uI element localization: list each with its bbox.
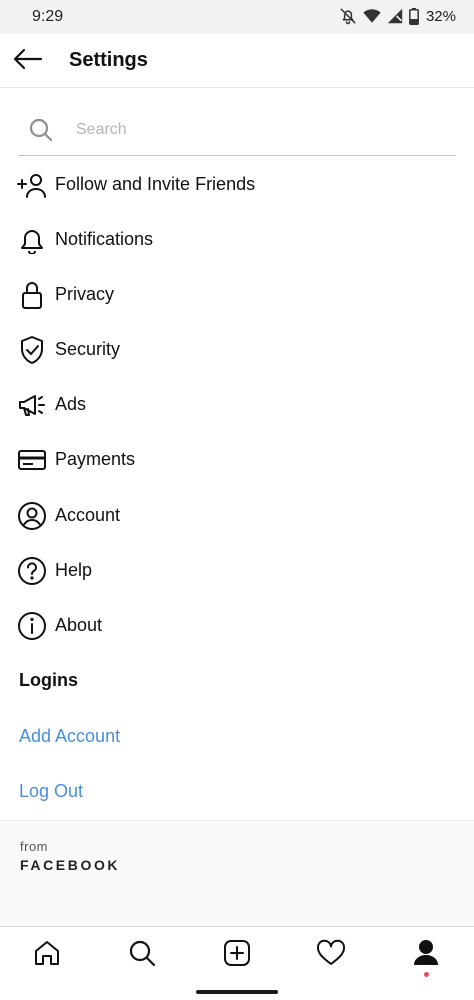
search-bar[interactable] bbox=[18, 106, 456, 156]
menu-item-label: Account bbox=[55, 505, 121, 525]
heart-icon bbox=[316, 939, 346, 972]
menu-item-label: Security bbox=[55, 339, 121, 359]
log-out-link[interactable]: Log Out bbox=[19, 781, 83, 802]
menu-item-privacy[interactable]: Privacy bbox=[0, 267, 474, 322]
menu-item-notifications[interactable]: Notifications bbox=[0, 212, 474, 267]
header: Settings bbox=[0, 34, 474, 88]
menu-item-follow-invite-friends[interactable]: Follow and Invite Friends bbox=[0, 157, 474, 212]
facebook-brand: FACEBOOK bbox=[20, 857, 121, 873]
credit-card-icon bbox=[16, 444, 48, 476]
search-input[interactable] bbox=[76, 118, 436, 142]
bell-icon bbox=[16, 224, 48, 256]
home-icon bbox=[33, 939, 61, 972]
back-button[interactable] bbox=[10, 45, 46, 77]
menu-item-label: Payments bbox=[55, 449, 136, 469]
menu-item-about[interactable]: About bbox=[0, 598, 474, 653]
nav-activity-button[interactable] bbox=[311, 937, 351, 973]
nav-home-button[interactable] bbox=[27, 937, 67, 973]
shield-icon bbox=[16, 334, 48, 366]
from-label: from bbox=[20, 839, 48, 854]
footer: from FACEBOOK bbox=[0, 820, 474, 926]
battery-percent: 32% bbox=[425, 7, 456, 25]
add-person-icon bbox=[16, 169, 48, 201]
menu-item-help[interactable]: Help bbox=[0, 543, 474, 598]
menu-item-account[interactable]: Account bbox=[0, 488, 474, 543]
user-circle-icon bbox=[16, 500, 48, 532]
menu-item-label: Follow and Invite Friends bbox=[55, 174, 256, 194]
search-icon bbox=[28, 117, 54, 148]
lock-icon bbox=[16, 279, 48, 311]
info-circle-icon bbox=[16, 610, 48, 642]
wifi-icon bbox=[363, 8, 381, 24]
megaphone-icon bbox=[16, 389, 48, 421]
menu-item-label: Help bbox=[55, 560, 93, 580]
arrow-left-icon bbox=[13, 48, 43, 75]
menu-item-security[interactable]: Security bbox=[0, 322, 474, 377]
search-icon bbox=[128, 939, 156, 972]
menu-item-label: Ads bbox=[55, 394, 87, 414]
battery-icon bbox=[409, 7, 419, 25]
add-account-link[interactable]: Add Account bbox=[19, 726, 120, 747]
page-title: Settings bbox=[69, 49, 148, 71]
notification-dot bbox=[424, 972, 429, 977]
status-bar: 9:29 32% bbox=[0, 0, 474, 34]
cellular-signal-icon bbox=[387, 8, 403, 24]
logins-section-title: Logins bbox=[19, 670, 78, 690]
help-circle-icon bbox=[16, 555, 48, 587]
menu-item-label: Notifications bbox=[55, 229, 154, 249]
menu-item-payments[interactable]: Payments bbox=[0, 432, 474, 487]
menu-item-ads[interactable]: Ads bbox=[0, 377, 474, 432]
profile-icon bbox=[412, 938, 440, 973]
nav-new-post-button[interactable] bbox=[217, 937, 257, 973]
notifications-off-icon bbox=[339, 7, 357, 25]
bottom-nav bbox=[0, 926, 474, 1000]
menu-item-label: About bbox=[55, 615, 103, 635]
nav-search-button[interactable] bbox=[122, 937, 162, 973]
status-icons: 32% bbox=[339, 7, 456, 25]
menu-item-label: Privacy bbox=[55, 284, 115, 304]
status-time: 9:29 bbox=[32, 8, 64, 25]
nav-profile-button[interactable] bbox=[406, 937, 446, 973]
new-post-icon bbox=[223, 939, 251, 972]
home-indicator[interactable] bbox=[196, 990, 278, 994]
